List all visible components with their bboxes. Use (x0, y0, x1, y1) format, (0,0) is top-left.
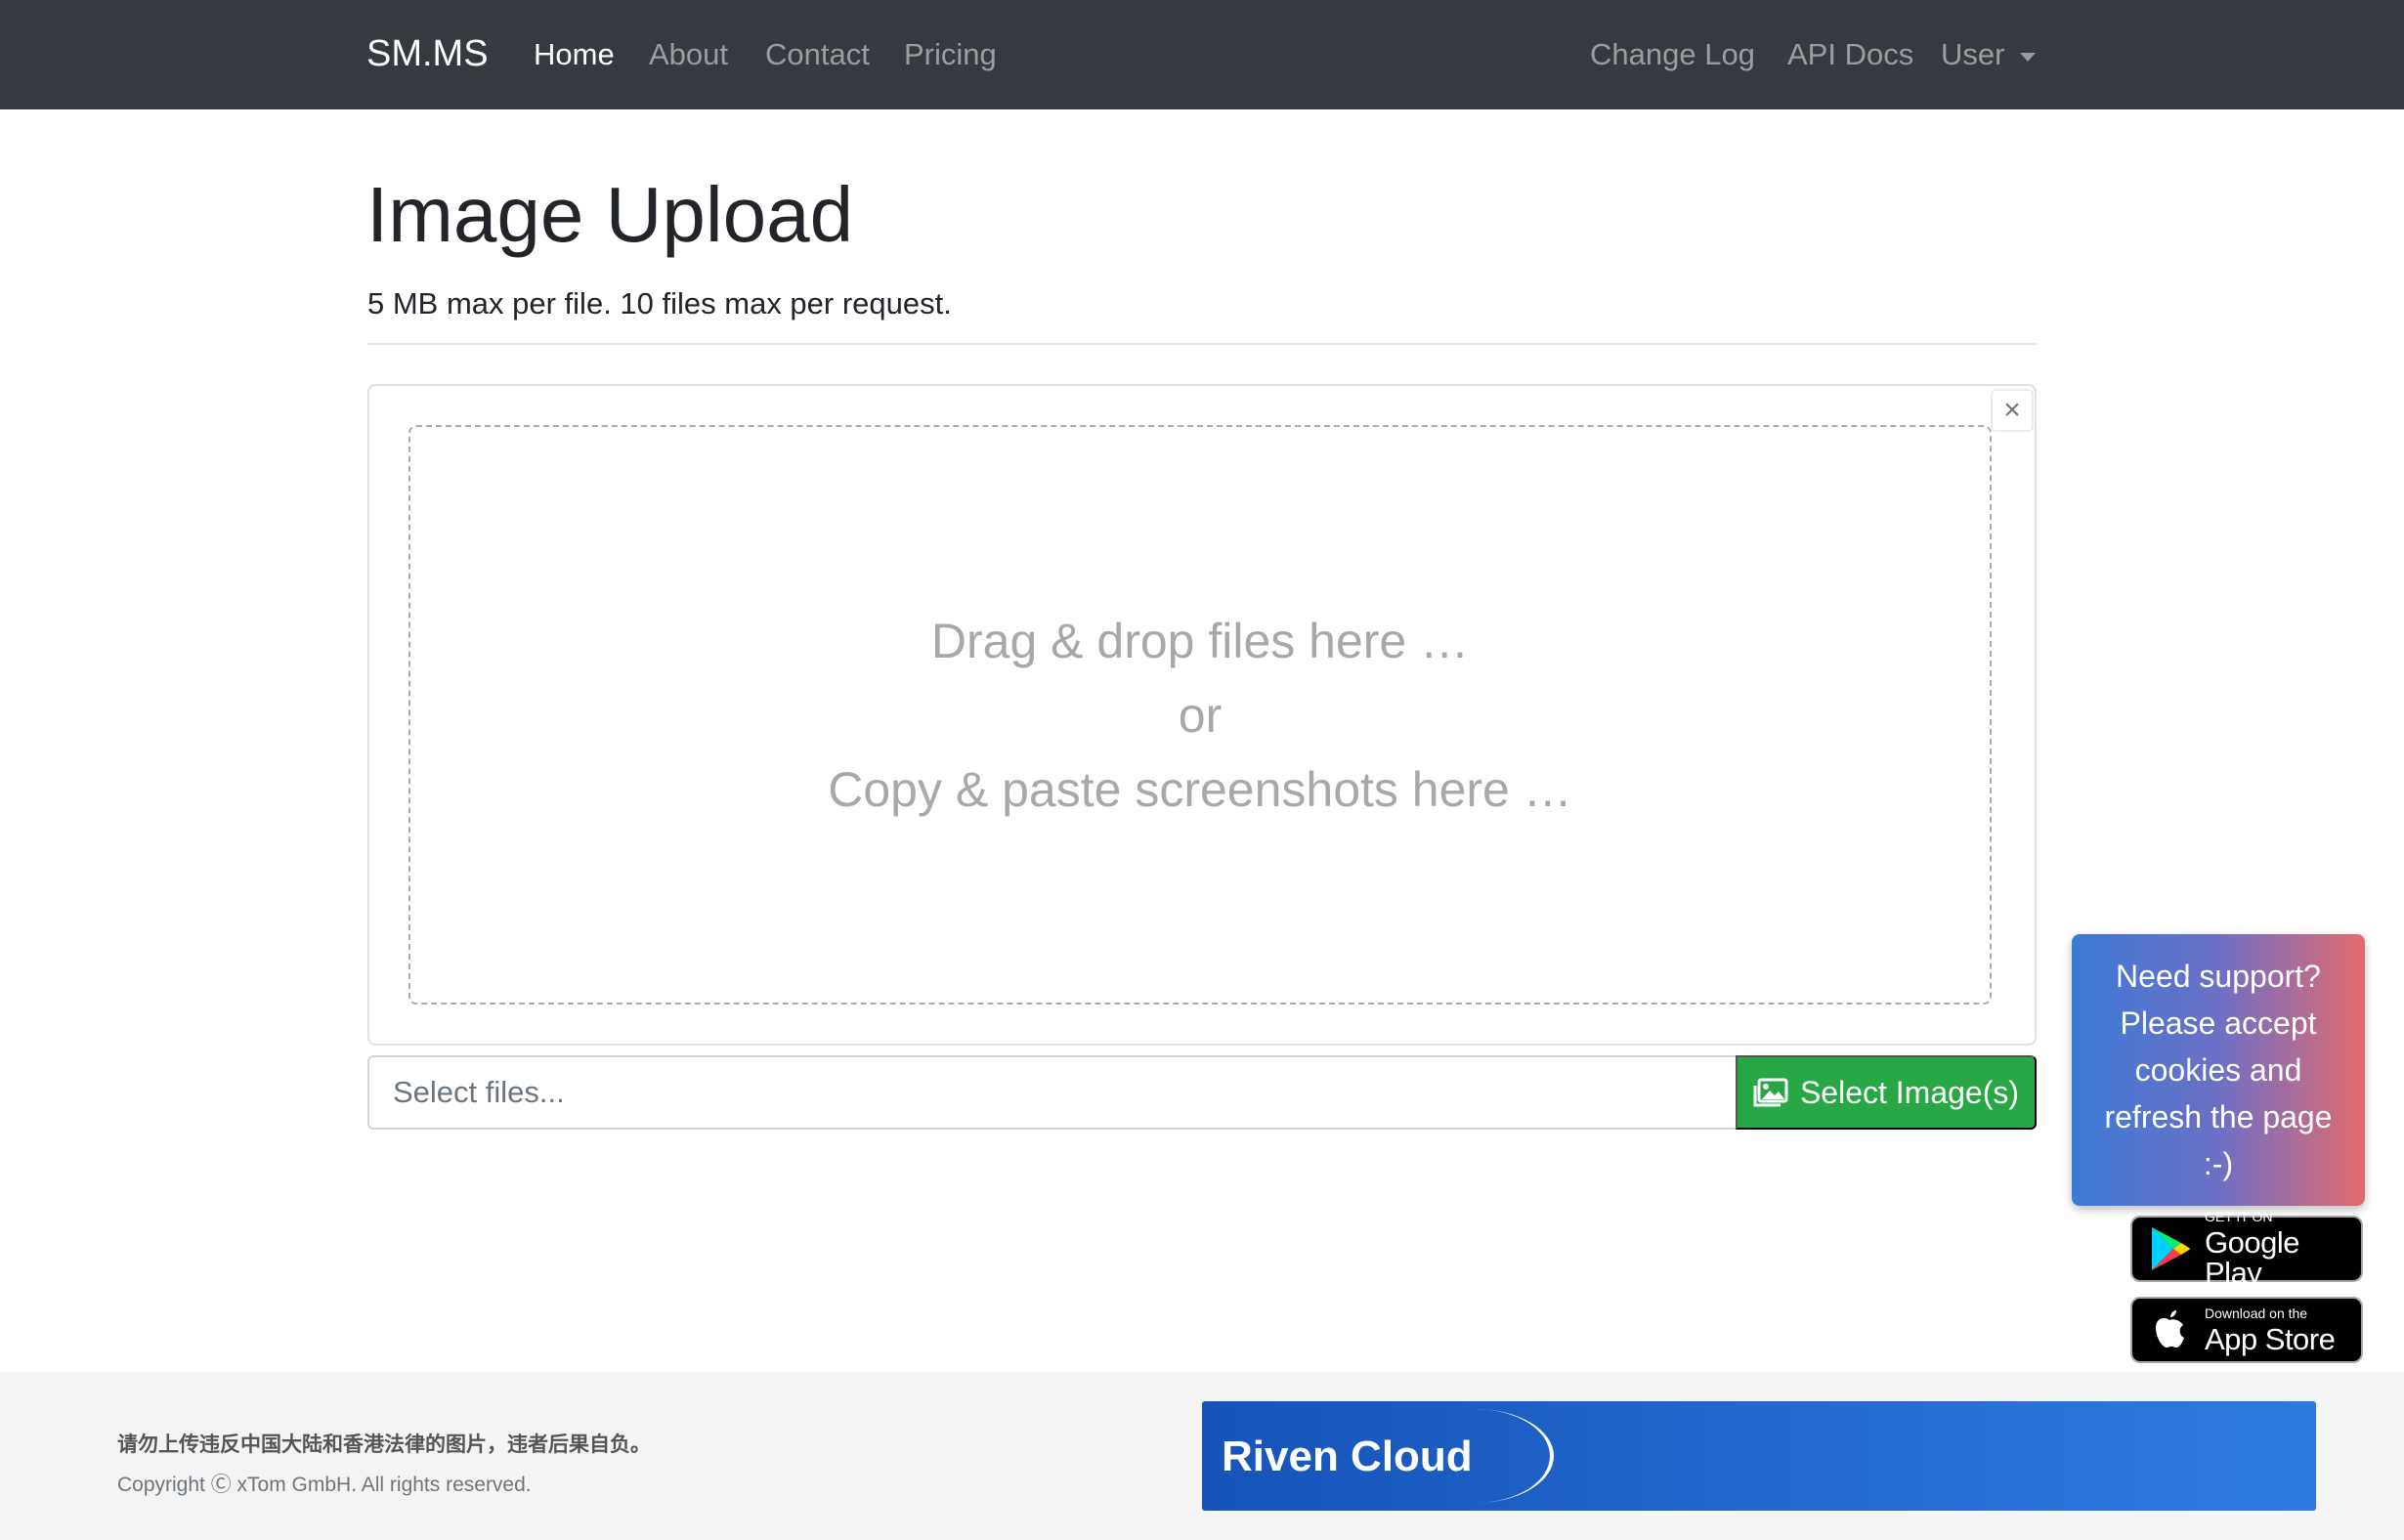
app-store-small-text: Download on the (2205, 1305, 2308, 1321)
file-caption-input[interactable]: Select files... (367, 1055, 1736, 1130)
google-play-icon (2152, 1227, 2190, 1270)
nav-api-docs[interactable]: API Docs (1787, 37, 1913, 72)
caret-down-icon[interactable] (2020, 53, 2036, 62)
nav-contact[interactable]: Contact (765, 37, 870, 72)
drop-zone-line-paste: Copy & paste screenshots here … (828, 761, 1572, 817)
clear-upload-button[interactable]: × (1991, 389, 2034, 432)
drop-zone[interactable]: Drag & drop files here … or Copy & paste… (408, 425, 1992, 1005)
file-caption-placeholder: Select files... (393, 1075, 565, 1109)
footer-copyright: Copyright Ⓒ xTom GmbH. All rights reserv… (117, 1474, 532, 1496)
select-images-button[interactable]: Select Image(s) (1736, 1055, 2037, 1130)
support-text: Need support? Please accept cookies and … (2104, 959, 2333, 1181)
nav-user-dropdown[interactable]: User (1941, 37, 2004, 72)
drop-zone-line-drag: Drag & drop files here … (930, 613, 1470, 668)
ad-logo-arc (1397, 1409, 1554, 1503)
divider (367, 343, 2037, 345)
support-box[interactable]: Need support? Please accept cookies and … (2072, 934, 2365, 1206)
brand-logo[interactable]: SM.MS (366, 33, 489, 75)
page-title: Image Upload (366, 171, 854, 258)
apple-icon (2156, 1310, 2184, 1348)
google-play-big-text: Google Play (2205, 1225, 2299, 1290)
google-play-badge[interactable]: GET IT ON Google Play (2130, 1210, 2363, 1288)
app-store-badge[interactable]: Download on the App Store (2130, 1297, 2363, 1363)
page-subtitle: 5 MB max per file. 10 files max per requ… (367, 286, 952, 321)
nav-change-log[interactable]: Change Log (1590, 37, 1755, 72)
nav-pricing[interactable]: Pricing (904, 37, 997, 72)
app-store-big-text: App Store (2205, 1321, 2336, 1356)
select-images-label: Select Image(s) (1799, 1074, 2020, 1110)
navbar: SM.MS Home About Contact Pricing Change … (0, 0, 2404, 109)
google-play-small-text: GET IT ON (2205, 1209, 2273, 1224)
riven-cloud-ad-banner[interactable]: Riven Cloud (1202, 1401, 2316, 1511)
nav-home[interactable]: Home (534, 37, 615, 72)
nav-about[interactable]: About (649, 37, 728, 72)
drop-zone-line-or: or (1178, 687, 1223, 743)
footer-warning: 请勿上传违反中国大陆和香港法律的图片，违者后果自负。 (117, 1433, 651, 1456)
images-icon (1753, 1078, 1788, 1107)
